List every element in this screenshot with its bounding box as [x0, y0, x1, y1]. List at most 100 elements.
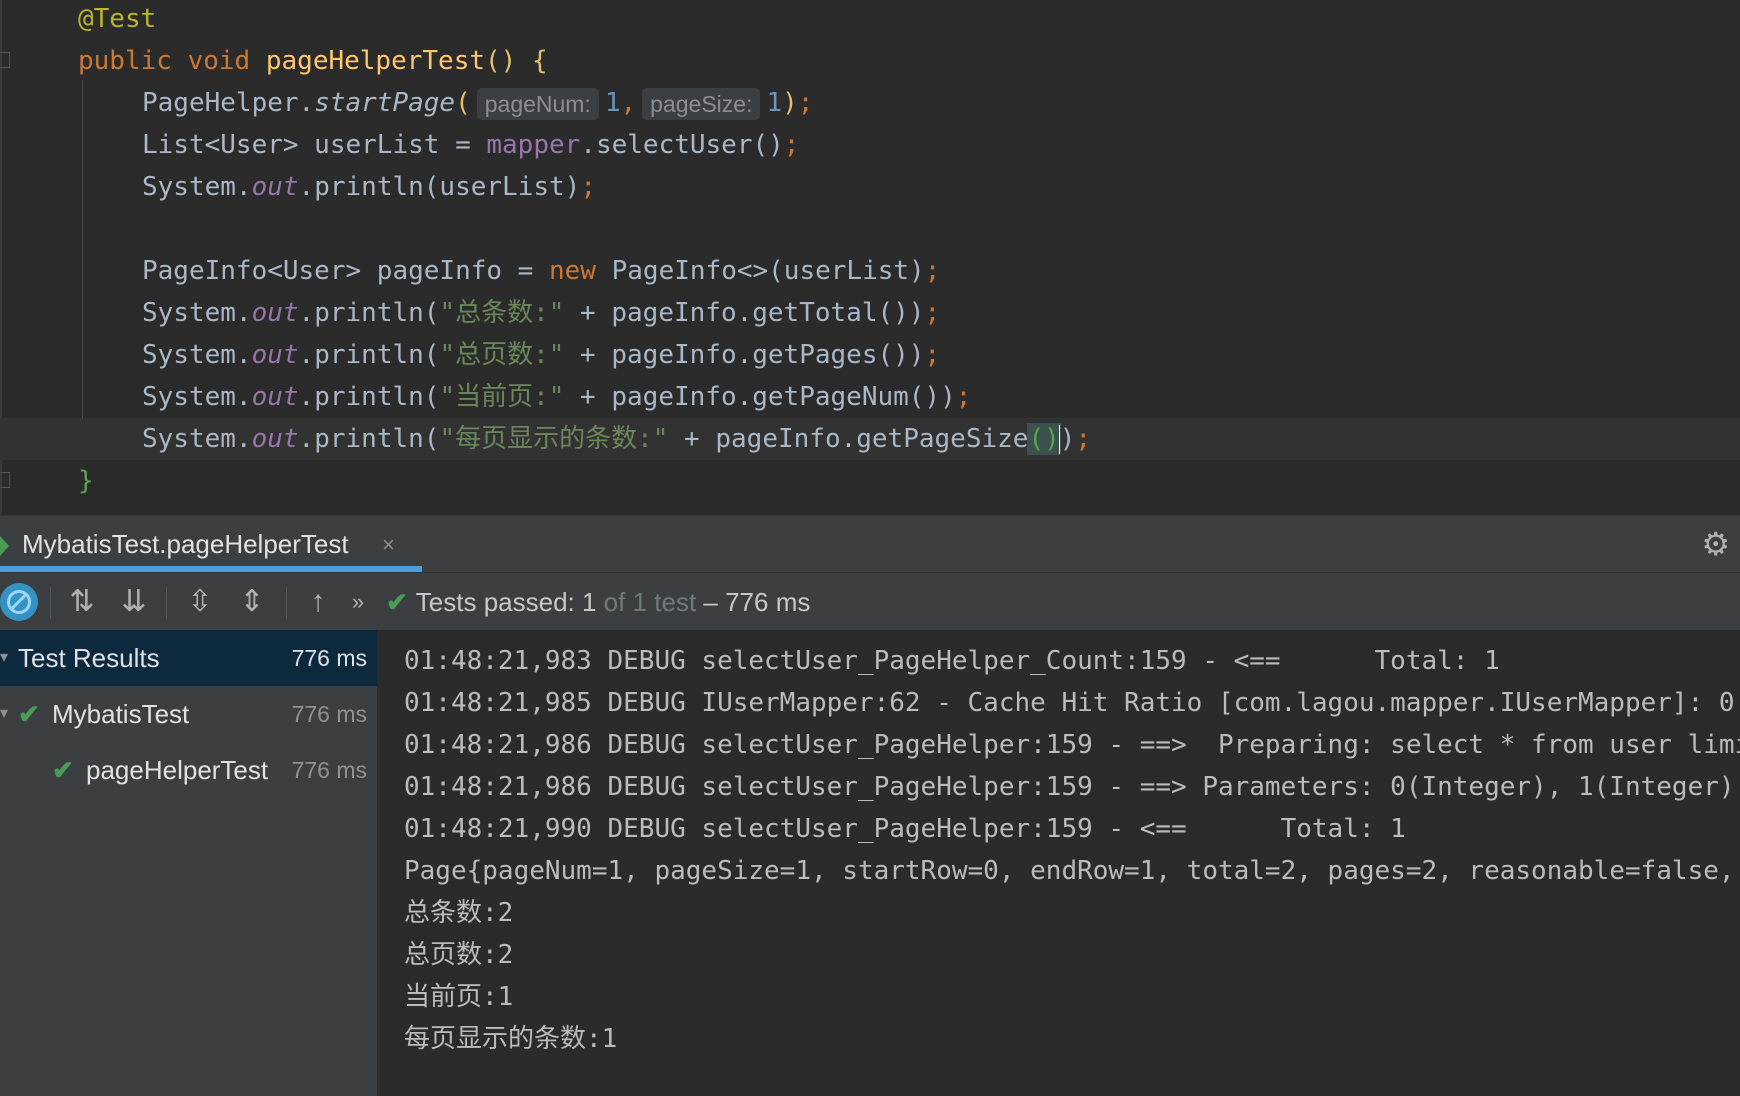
run-tab-icon — [0, 536, 9, 556]
fold-marker-end[interactable] — [0, 472, 10, 488]
call-expression: + pageInfo.getPages()) — [564, 340, 925, 370]
console-line: 01:48:21,985 DEBUG IUserMapper:62 - Cach… — [404, 688, 1740, 718]
code-line-start-page[interactable]: PageHelper.startPage(pageNum: 1, pageSize:… — [142, 82, 813, 124]
console-line: 每页显示的条数:1 — [404, 1024, 618, 1054]
tree-expand-icon[interactable]: ▾ — [0, 630, 8, 686]
tree-label: MybatisTest — [52, 699, 190, 729]
sort-alphabetically-icon[interactable]: ⇅ — [62, 573, 102, 631]
param-hint-pagenum: pageNum: — [476, 87, 599, 120]
field-ref: mapper — [486, 130, 581, 160]
fold-marker-start[interactable] — [0, 52, 10, 68]
code-line-page-info[interactable]: PageInfo<User> pageInfo = new PageInfo<>… — [142, 250, 940, 292]
run-tab-title[interactable]: MybatisTest.pageHelperTest — [22, 516, 349, 573]
declaration: List<User> userList = — [142, 130, 487, 160]
static-field: out — [251, 382, 299, 412]
check-icon: ✔ — [386, 587, 408, 617]
tree-label: pageHelperTest — [86, 755, 269, 785]
static-field: out — [251, 424, 299, 454]
expand-all-icon[interactable]: ⇳ — [180, 573, 220, 631]
console-line: 总条数:2 — [404, 898, 514, 928]
keyword-new: new — [549, 256, 596, 286]
call-expression: + pageInfo.getTotal()) — [564, 298, 925, 328]
test-status-summary: ✔ Tests passed: 1 of 1 test – 776 ms — [386, 573, 810, 631]
class-ref: System. — [142, 298, 252, 328]
param-hint-pagesize: pageSize: — [642, 87, 761, 120]
tree-duration: 776 ms — [291, 645, 367, 671]
constructor-call: PageInfo<>(userList) — [595, 256, 925, 286]
class-ref: System. — [142, 172, 252, 202]
number-literal: 1 — [604, 88, 621, 118]
declaration: PageInfo<User> pageInfo = — [142, 256, 549, 286]
call-expression: + pageInfo.getPageSize — [668, 424, 1029, 454]
code-line-print-page-size[interactable]: System.out.println("每页显示的条数:" + pageInfo… — [0, 418, 1740, 460]
tree-row-mybatistest[interactable]: ▾ ✔ MybatisTest 776 ms — [0, 686, 377, 742]
call-open: .println( — [298, 382, 440, 412]
closing-brace: } — [78, 466, 94, 496]
tree-expand-icon[interactable]: ▾ — [0, 686, 8, 742]
check-icon: ✔ — [52, 755, 74, 785]
method-open: () { — [485, 46, 548, 76]
toolbar-divider — [286, 587, 287, 619]
code-line-print-total[interactable]: System.out.println("总条数:" + pageInfo.get… — [142, 292, 940, 334]
tree-label: Test Results — [18, 643, 160, 673]
static-field: out — [251, 340, 299, 370]
code-line-method-signature[interactable]: public void pageHelperTest() { — [78, 40, 548, 82]
gear-icon[interactable]: ⚙ — [1701, 526, 1730, 562]
number-literal: 1 — [766, 88, 783, 118]
semicolon: ; — [1075, 424, 1092, 454]
console-line: Page{pageNum=1, pageSize=1, startRow=0, … — [404, 856, 1735, 886]
more-actions-icon[interactable]: » — [338, 573, 378, 631]
collapse-all-icon[interactable]: ⇕ — [232, 573, 272, 631]
code-editor[interactable]: @Test public void pageHelperTest() { Pag… — [0, 0, 1740, 515]
keyword-public: public — [78, 46, 172, 76]
test-runner-toolbar: ⇅ ⇊ ⇳ ⇕ ↑ » ✔ Tests passed: 1 of 1 test –… — [0, 572, 1740, 631]
tests-total-text: of 1 test — [596, 587, 697, 617]
class-ref: System. — [142, 424, 252, 454]
code-line-print-pages[interactable]: System.out.println("总页数:" + pageInfo.get… — [142, 334, 940, 376]
string-literal: "当前页:" — [439, 382, 565, 412]
semicolon: ; — [580, 172, 596, 202]
semicolon: ; — [924, 298, 941, 328]
close-icon[interactable]: × — [382, 516, 395, 573]
tree-row-pagehelpertest[interactable]: ✔ pageHelperTest 776 ms — [0, 742, 377, 798]
stop-icon[interactable] — [0, 583, 38, 621]
test-results-tree[interactable]: ▾ Test Results 776 ms ▾ ✔ MybatisTest 77… — [0, 630, 378, 1096]
method-name: pageHelperTest — [265, 46, 486, 76]
console-output[interactable]: 01:48:21,983 DEBUG selectUser_PageHelper… — [378, 630, 1740, 1096]
console-line: 01:48:21,983 DEBUG selectUser_PageHelper… — [404, 646, 1500, 676]
code-line-print-list[interactable]: System.out.println(userList); — [142, 166, 596, 208]
semicolon: ; — [783, 130, 800, 160]
string-literal: "每页显示的条数:" — [439, 424, 669, 454]
call-open: .println( — [298, 340, 440, 370]
console-line: 01:48:21,986 DEBUG selectUser_PageHelper… — [404, 772, 1735, 802]
tests-passed-text: Tests passed: 1 — [415, 587, 597, 617]
class-ref: System. — [142, 340, 252, 370]
tree-row-test-results[interactable]: ▾ Test Results 776 ms — [0, 630, 377, 686]
semicolon: ; — [924, 256, 941, 286]
check-icon: ✔ — [18, 699, 40, 729]
run-tab-bar: MybatisTest.pageHelperTest × ⚙ — [0, 515, 1740, 573]
code-line-annotation[interactable]: @Test — [78, 0, 156, 40]
matched-paren-open: ( — [1027, 423, 1046, 455]
console-line: 01:48:21,990 DEBUG selectUser_PageHelper… — [404, 814, 1406, 844]
sort-by-duration-icon[interactable]: ⇊ — [114, 573, 154, 631]
static-method: startPage — [314, 88, 456, 118]
code-line-print-page-num[interactable]: System.out.println("当前页:" + pageInfo.get… — [142, 376, 971, 418]
semicolon: ; — [955, 382, 972, 412]
string-literal: "总条数:" — [439, 298, 565, 328]
static-field: out — [251, 298, 299, 328]
semicolon: ; — [797, 88, 814, 118]
console-line: 总页数:2 — [404, 940, 514, 970]
class-ref: PageHelper. — [142, 88, 315, 118]
tests-duration-text: – 776 ms — [696, 587, 811, 617]
comma-token: , — [620, 88, 637, 118]
tree-duration: 776 ms — [291, 701, 367, 727]
arrow-up-icon[interactable]: ↑ — [298, 573, 338, 631]
code-line-select-user[interactable]: List<User> userList = mapper.selectUser(… — [142, 124, 799, 166]
call-expression: .println(userList) — [298, 172, 581, 202]
keyword-void: void — [187, 46, 251, 76]
call-open: .println( — [298, 298, 440, 328]
close-paren: ) — [1059, 424, 1076, 454]
code-line-close-brace[interactable]: } — [78, 460, 94, 502]
toolbar-divider — [50, 587, 51, 619]
